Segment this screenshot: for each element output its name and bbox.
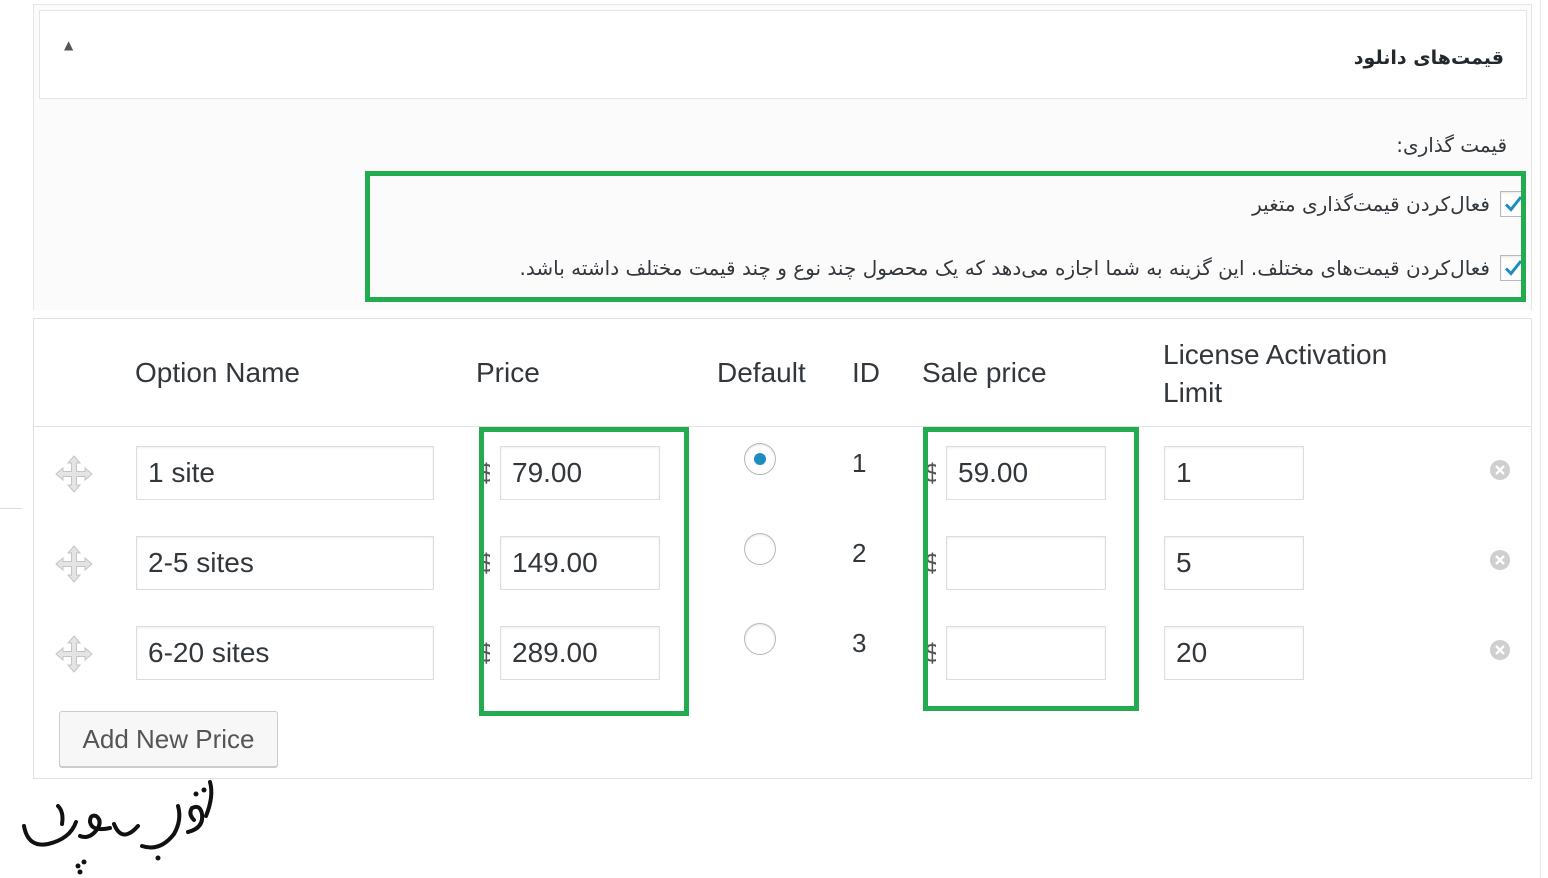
- header-sale-price: Sale price: [922, 357, 1047, 388]
- multiple-prices-label: فعال‌کردن قیمت‌های مختلف. این گزینه به ش…: [519, 256, 1490, 280]
- checkmark-icon: [1504, 196, 1523, 212]
- currency-symbol: $: [925, 638, 936, 668]
- option-name-input[interactable]: 6-20 sites: [136, 626, 434, 680]
- price-input[interactable]: 149.00: [500, 536, 660, 590]
- table-header-divider: [34, 426, 1531, 427]
- row-id: 3: [852, 628, 867, 658]
- row-id: 1: [852, 448, 867, 478]
- radio-dot: [754, 453, 766, 465]
- metabox-title: قیمت‌های دانلود: [1353, 47, 1504, 69]
- remove-row-icon[interactable]: [1489, 639, 1511, 661]
- price-options-table: Option Name Price Default ID Sale price …: [33, 318, 1532, 779]
- currency-symbol: $: [479, 638, 490, 668]
- header-option-name: Option Name: [135, 357, 300, 388]
- license-limit-input[interactable]: 20: [1164, 626, 1304, 680]
- drag-handle-icon[interactable]: [53, 543, 95, 585]
- variable-pricing-checkbox[interactable]: [1500, 191, 1526, 217]
- novin-wordpress-logo: [22, 780, 214, 875]
- license-limit-input[interactable]: 1: [1164, 446, 1304, 500]
- option-name-input[interactable]: 1 site: [136, 446, 434, 500]
- currency-symbol: $: [925, 458, 936, 488]
- page-edge-line: [1540, 0, 1541, 878]
- header-license-limit-line1: License Activation: [1163, 339, 1388, 370]
- metabox-header[interactable]: ▲ قیمت‌های دانلود: [39, 10, 1527, 99]
- sale-price-input[interactable]: [946, 626, 1106, 680]
- multiple-prices-option: فعال‌کردن قیمت‌های مختلف. این گزینه به ش…: [520, 255, 1526, 281]
- collapse-arrow-icon[interactable]: ▲: [64, 39, 73, 51]
- remove-row-icon[interactable]: [1489, 459, 1511, 481]
- add-new-price-button[interactable]: Add New Price: [59, 711, 278, 767]
- currency-symbol: $: [925, 548, 936, 578]
- divider-line: [0, 508, 22, 509]
- price-input[interactable]: 289.00: [500, 626, 660, 680]
- currency-symbol: $: [479, 458, 490, 488]
- multiple-prices-checkbox[interactable]: [1500, 255, 1526, 281]
- option-name-input[interactable]: 2-5 sites: [136, 536, 434, 590]
- pricing-label: قیمت گذاری:: [1396, 133, 1507, 157]
- price-input[interactable]: 79.00: [500, 446, 660, 500]
- header-default: Default: [717, 357, 806, 388]
- header-license-limit-line2: Limit: [1163, 377, 1223, 408]
- default-radio-selected[interactable]: [744, 443, 776, 475]
- variable-pricing-label: فعال‌کردن قیمت‌گذاری متغیر: [1252, 192, 1490, 216]
- default-radio[interactable]: [744, 533, 776, 565]
- sale-price-input[interactable]: [946, 536, 1106, 590]
- license-limit-input[interactable]: 5: [1164, 536, 1304, 590]
- currency-symbol: $: [479, 548, 490, 578]
- header-price: Price: [476, 357, 540, 388]
- variable-pricing-option: فعال‌کردن قیمت‌گذاری متغیر: [1252, 191, 1526, 217]
- default-radio[interactable]: [744, 623, 776, 655]
- checkmark-icon: [1504, 260, 1523, 276]
- drag-handle-icon[interactable]: [53, 633, 95, 675]
- drag-handle-icon[interactable]: [53, 453, 95, 495]
- header-id: ID: [852, 357, 880, 388]
- remove-row-icon[interactable]: [1489, 549, 1511, 571]
- row-id: 2: [852, 538, 867, 568]
- sale-price-input[interactable]: 59.00: [946, 446, 1106, 500]
